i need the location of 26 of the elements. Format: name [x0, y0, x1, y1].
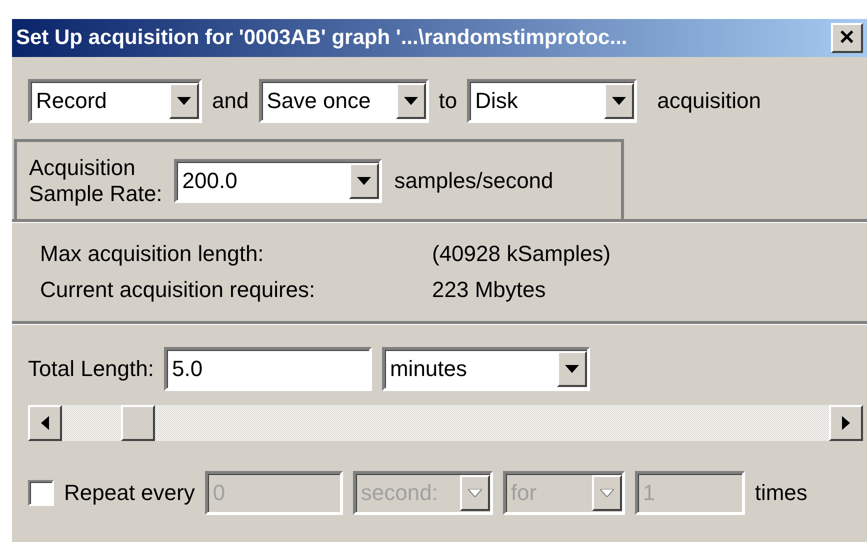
- info-label: Max acquisition length:: [40, 241, 265, 267]
- info-label: Current acquisition requires:: [40, 277, 316, 303]
- slider-thumb[interactable]: [120, 405, 155, 441]
- and-label: and: [212, 88, 249, 114]
- times-label: times: [754, 480, 808, 506]
- total-length-label: Total Length:: [28, 356, 154, 382]
- info-value: 223 Mbytes: [432, 277, 546, 303]
- window-title: Set Up acquisition for '0003AB' graph '...\randomstimprotoc...: [16, 26, 628, 50]
- close-button[interactable]: ✕: [831, 23, 863, 53]
- length-slider[interactable]: [28, 405, 863, 441]
- to-label: to: [438, 88, 458, 114]
- sample-rate-dropdown[interactable]: 200.0: [174, 158, 382, 202]
- unit-label: samples/second: [394, 168, 554, 194]
- sample-rate-label: Acquisition: [29, 155, 136, 180]
- scroll-left-icon[interactable]: [28, 405, 62, 441]
- sample-rate-label: Sample Rate:: [29, 180, 162, 206]
- target-dropdown[interactable]: Disk: [467, 79, 638, 123]
- total-length-field[interactable]: 5.0: [164, 347, 372, 391]
- repeat-checkbox[interactable]: [28, 480, 54, 506]
- info-value: (40928 kSamples): [432, 241, 611, 267]
- save-dropdown[interactable]: Save once: [258, 79, 429, 123]
- length-unit-dropdown[interactable]: minutes: [382, 347, 590, 391]
- scroll-right-icon[interactable]: [829, 405, 863, 441]
- acquisition-label: acquisition: [657, 88, 762, 114]
- repeat-label: Repeat every: [64, 480, 195, 506]
- mode-dropdown[interactable]: Record: [28, 79, 202, 123]
